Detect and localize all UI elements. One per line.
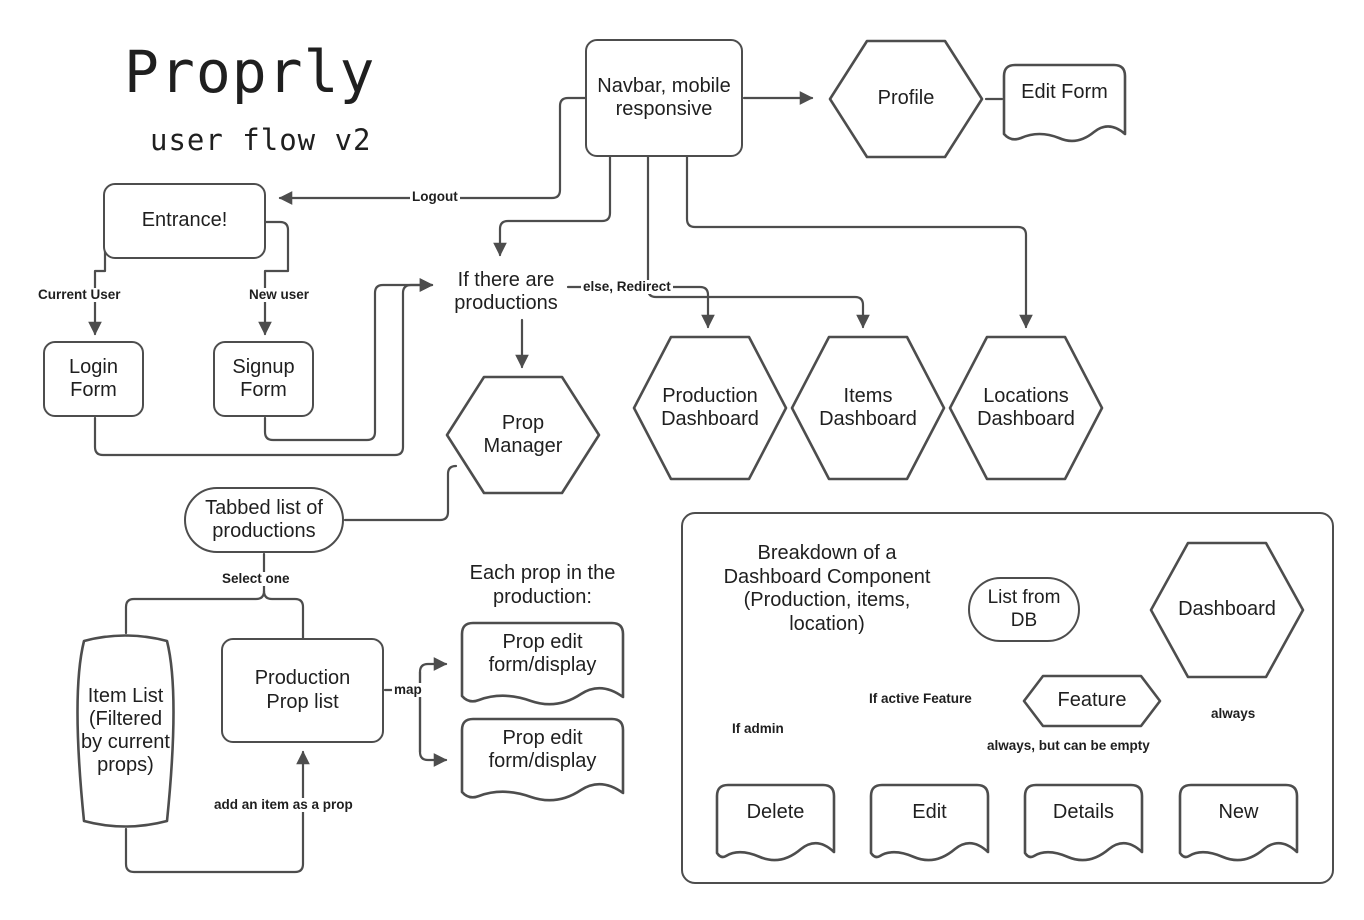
edge-label-new-user: New user [247, 287, 312, 302]
edge-tabbedlist-itemlist [124, 589, 266, 635]
node-tabbed-list-of-productions[interactable]: Tabbed list of productions [184, 487, 344, 553]
edge-proplist-propedit2 [418, 688, 448, 767]
edge-label-always-but-empty: always, but can be empty [985, 738, 1152, 753]
node-prop-manager[interactable]: Prop Manager [444, 374, 602, 496]
node-navbar[interactable]: Navbar, mobile responsive [585, 39, 743, 157]
node-locations-dashboard[interactable]: Locations Dashboard [947, 334, 1105, 482]
edge-label-map: map [392, 682, 424, 697]
edge-label-select-one: Select one [220, 571, 292, 586]
node-item-list[interactable]: Item List (Filtered by current props) [66, 633, 185, 829]
edge-label-always: always [1209, 706, 1258, 721]
node-delete[interactable]: Delete [714, 782, 837, 844]
node-feature[interactable]: Feature [1021, 673, 1163, 729]
edge-label-if-admin: If admin [730, 721, 786, 736]
node-login-form[interactable]: Login Form [43, 341, 144, 417]
page-title: Proprly [124, 38, 376, 106]
edge-label-else-redirect: else, Redirect [581, 279, 673, 294]
node-entrance[interactable]: Entrance! [103, 183, 266, 259]
node-details[interactable]: Details [1022, 782, 1145, 844]
node-prop-edit-2[interactable]: Prop edit form/display [459, 716, 626, 784]
flowchart-canvas: Proprly user flow v2 Entrance! Navbar, m… [0, 0, 1364, 920]
edge-proplist-propedit1 [418, 657, 448, 692]
node-signup-form[interactable]: Signup Form [213, 341, 314, 417]
edge-navbar-locations [685, 155, 1033, 329]
edge-label-logout: Logout [410, 189, 460, 204]
node-dashboard[interactable]: Dashboard [1148, 540, 1306, 680]
edge-navbar-ifproductions [493, 155, 612, 257]
node-edit-form[interactable]: Edit Form [1001, 62, 1128, 124]
page-subtitle: user flow v2 [150, 123, 372, 157]
caption-breakdown: Breakdown of a Dashboard Component (Prod… [723, 542, 931, 635]
node-list-from-db[interactable]: List from DB [968, 577, 1080, 642]
node-edit[interactable]: Edit [868, 782, 991, 844]
node-profile[interactable]: Profile [827, 38, 985, 160]
node-if-there-are-productions: If there are productions [454, 268, 558, 314]
edge-navbar-items [646, 155, 870, 329]
node-items-dashboard[interactable]: Items Dashboard [789, 334, 947, 482]
edge-entrance-signup [258, 220, 290, 336]
edge-label-if-active-feature: If active Feature [867, 691, 974, 706]
node-production-dashboard[interactable]: Production Dashboard [631, 334, 789, 482]
node-new[interactable]: New [1177, 782, 1300, 844]
edge-label-current-user: Current User [36, 287, 123, 302]
edge-label-add-item-as-prop: add an item as a prop [212, 797, 355, 812]
edge-tabbedlist-proplist [262, 589, 305, 640]
node-production-prop-list[interactable]: Production Prop list [221, 638, 384, 743]
edge-propmanager-tabbedlist [343, 464, 458, 522]
node-prop-edit-1[interactable]: Prop edit form/display [459, 620, 626, 688]
caption-each-prop: Each prop in the production: [469, 562, 616, 608]
